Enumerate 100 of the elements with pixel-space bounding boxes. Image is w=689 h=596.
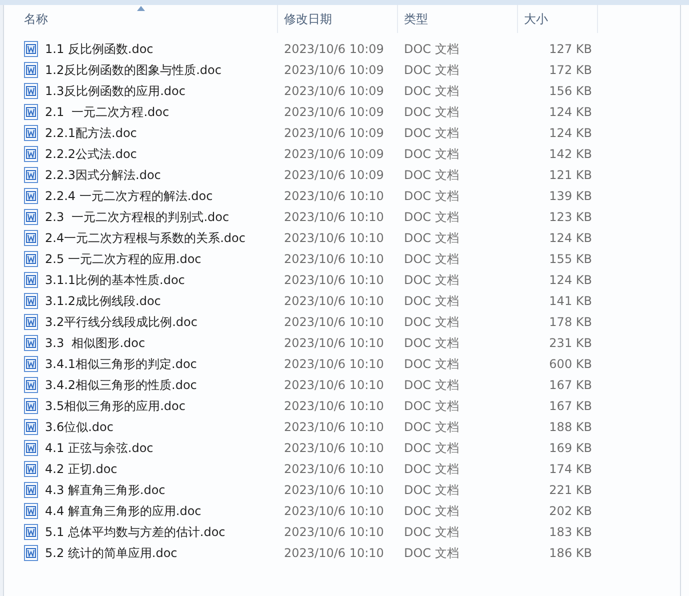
word-document-icon	[24, 250, 38, 266]
word-document-icon	[24, 146, 38, 162]
file-size: 172 KB	[549, 62, 592, 76]
file-name[interactable]: 5.1 总体平均数与方差的估计.doc	[45, 522, 226, 540]
file-name[interactable]: 3.3 相似图形.doc	[45, 334, 146, 352]
word-document-icon	[24, 208, 38, 224]
word-document-icon	[24, 356, 38, 372]
column-header[interactable]: 名称	[4, 5, 278, 33]
file-type: DOC 文档	[404, 398, 459, 412]
file-name[interactable]: 1.3反比例函数的应用.doc	[45, 82, 186, 100]
file-name[interactable]: 2.2.4 一元二次方程的解法.doc	[45, 186, 213, 204]
modified-date: 2023/10/6 10:09	[284, 62, 384, 76]
file-name[interactable]: 4.2 正切.doc	[45, 460, 118, 478]
file-type: DOC 文档	[404, 462, 459, 476]
file-type: DOC 文档	[404, 188, 459, 202]
word-document-icon	[24, 82, 38, 98]
file-name[interactable]: 2.3 一元二次方程根的判别式.doc	[45, 208, 230, 226]
column-header[interactable]: 修改日期	[278, 5, 398, 33]
word-document-icon	[24, 188, 38, 204]
word-document-icon	[24, 124, 38, 140]
file-type: DOC 文档	[404, 210, 459, 224]
file-name[interactable]: 2.2.2公式法.doc	[45, 144, 137, 162]
file-size: 142 KB	[549, 146, 592, 160]
file-type: DOC 文档	[404, 504, 459, 518]
file-type: DOC 文档	[404, 230, 459, 244]
word-document-icon	[24, 62, 38, 78]
file-name[interactable]: 4.3 解直角三角形.doc	[45, 480, 166, 498]
file-size: 600 KB	[549, 356, 592, 370]
file-size: 124 KB	[549, 126, 592, 140]
word-document-icon	[24, 334, 38, 350]
file-type: DOC 文档	[404, 314, 459, 328]
file-name[interactable]: 2.2.3因式分解法.doc	[45, 166, 161, 184]
file-type: DOC 文档	[404, 146, 459, 160]
modified-date: 2023/10/6 10:10	[284, 504, 384, 518]
file-size: 188 KB	[549, 420, 592, 434]
sort-arrow-icon	[136, 6, 144, 11]
file-size: 167 KB	[549, 378, 592, 392]
modified-date: 2023/10/6 10:09	[284, 84, 384, 98]
file-size: 123 KB	[549, 210, 592, 224]
file-type: DOC 文档	[404, 440, 459, 454]
modified-date: 2023/10/6 10:10	[284, 188, 384, 202]
file-name[interactable]: 3.5相似三角形的应用.doc	[45, 396, 186, 414]
file-type: DOC 文档	[404, 294, 459, 308]
file-size: 124 KB	[549, 272, 592, 286]
file-type: DOC 文档	[404, 104, 459, 118]
modified-date: 2023/10/6 10:10	[284, 210, 384, 224]
file-name[interactable]: 4.1 正弦与余弦.doc	[45, 438, 154, 456]
modified-date: 2023/10/6 10:09	[284, 104, 384, 118]
file-size: 202 KB	[549, 504, 592, 518]
file-type: DOC 文档	[404, 272, 459, 286]
file-size: 155 KB	[549, 252, 592, 266]
file-name[interactable]: 2.1 一元二次方程.doc	[45, 102, 170, 120]
file-size: 183 KB	[549, 524, 592, 538]
modified-date: 2023/10/6 10:10	[284, 378, 384, 392]
file-type: DOC 文档	[404, 62, 459, 76]
file-size: 167 KB	[549, 398, 592, 412]
file-type: DOC 文档	[404, 524, 459, 538]
file-type: DOC 文档	[404, 378, 459, 392]
file-name[interactable]: 1.1 反比例函数.doc	[45, 40, 154, 58]
word-document-icon	[24, 292, 38, 308]
file-name[interactable]: 3.1.2成比例线段.doc	[45, 292, 161, 310]
modified-date: 2023/10/6 10:10	[284, 272, 384, 286]
file-name[interactable]: 2.5 一元二次方程的应用.doc	[45, 250, 202, 268]
word-document-icon	[24, 502, 38, 518]
file-name[interactable]: 5.2 统计的简单应用.doc	[45, 544, 178, 562]
modified-date: 2023/10/6 10:10	[284, 420, 384, 434]
modified-date: 2023/10/6 10:09	[284, 168, 384, 182]
modified-date: 2023/10/6 10:09	[284, 126, 384, 140]
file-name[interactable]: 3.1.1比例的基本性质.doc	[45, 270, 185, 288]
file-size: 178 KB	[549, 314, 592, 328]
file-name[interactable]: 3.4.1相似三角形的判定.doc	[45, 354, 197, 372]
modified-date: 2023/10/6 10:10	[284, 294, 384, 308]
file-name[interactable]: 2.2.1配方法.doc	[45, 124, 137, 142]
file-name[interactable]: 3.2平行线分线段成比例.doc	[45, 312, 198, 330]
modified-date: 2023/10/6 10:09	[284, 42, 384, 56]
word-document-icon	[24, 460, 38, 476]
file-name[interactable]: 1.2反比例函数的图象与性质.doc	[45, 60, 222, 78]
word-document-icon	[24, 166, 38, 182]
file-name[interactable]: 3.6位似.doc	[45, 418, 114, 436]
file-size: 127 KB	[549, 42, 592, 56]
modified-date: 2023/10/6 10:10	[284, 336, 384, 350]
file-size: 139 KB	[549, 188, 592, 202]
column-header[interactable]: 大小	[518, 5, 598, 33]
file-size: 221 KB	[549, 482, 592, 496]
file-name[interactable]: 4.4 解直角三角形的应用.doc	[45, 502, 202, 520]
file-size: 121 KB	[549, 168, 592, 182]
modified-date: 2023/10/6 10:10	[284, 230, 384, 244]
file-type: DOC 文档	[404, 126, 459, 140]
file-type: DOC 文档	[404, 84, 459, 98]
file-size: 231 KB	[549, 336, 592, 350]
file-name[interactable]: 3.4.2相似三角形的性质.doc	[45, 376, 197, 394]
word-document-icon	[24, 482, 38, 498]
modified-date: 2023/10/6 10:10	[284, 356, 384, 370]
modified-date: 2023/10/6 10:10	[284, 252, 384, 266]
word-document-icon	[24, 376, 38, 392]
file-type: DOC 文档	[404, 356, 459, 370]
file-type: DOC 文档	[404, 482, 459, 496]
modified-date: 2023/10/6 10:10	[284, 462, 384, 476]
file-name[interactable]: 2.4一元二次方程根与系数的关系.doc	[45, 228, 246, 246]
column-header[interactable]: 类型	[398, 5, 518, 33]
